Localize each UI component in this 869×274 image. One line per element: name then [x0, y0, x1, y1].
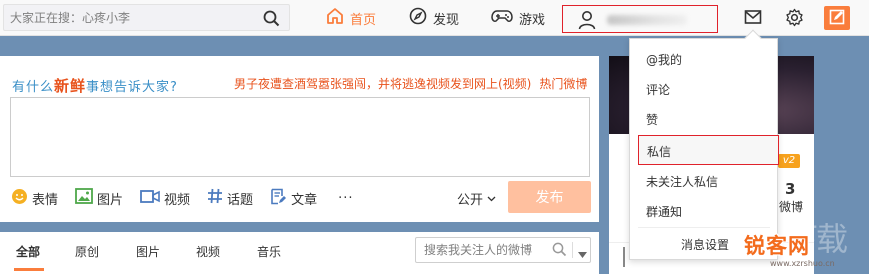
compose-button[interactable]	[824, 6, 850, 30]
visibility-label: 公开	[457, 193, 484, 208]
nav-game-label: 游戏	[519, 12, 546, 28]
user-icon	[578, 10, 596, 33]
user-profile-link[interactable]	[562, 5, 718, 33]
menu-item-stranger-messages[interactable]: 未关注人私信	[646, 173, 718, 190]
feed-tab-video[interactable]: 视频	[196, 243, 220, 260]
tool-topic-label: 话题	[227, 192, 254, 208]
feed-search-input[interactable]	[424, 242, 542, 258]
feed-tab-bar: 全部 原创 图片 视频 音乐	[0, 232, 599, 274]
home-icon	[326, 7, 344, 29]
search-icon[interactable]	[552, 242, 567, 260]
global-search[interactable]	[3, 4, 290, 31]
publish-title: 有什么新鲜事想告诉大家?	[12, 75, 178, 96]
message-envelope-icon[interactable]	[744, 8, 762, 29]
level-badge[interactable]: v2	[778, 154, 800, 168]
feed-tab-music[interactable]: 音乐	[257, 243, 281, 260]
feed-tab-image[interactable]: 图片	[136, 243, 160, 260]
menu-item-private-messages[interactable]: 私信	[638, 135, 779, 165]
image-icon	[75, 188, 93, 208]
edit-icon	[829, 9, 845, 28]
watermark-brand-logo: 锐客网	[744, 234, 810, 258]
weibo-count-label[interactable]: 微博	[779, 198, 803, 215]
tool-video[interactable]: 视频	[140, 189, 190, 208]
article-icon	[270, 188, 287, 209]
menu-divider	[638, 227, 770, 228]
hashtag-icon	[207, 188, 223, 208]
smiley-icon	[11, 188, 28, 209]
publish-box: 有什么新鲜事想告诉大家? 男子夜遭查酒驾嚣张强闯，并将逃逸视频发到网上(视频) 热…	[0, 56, 599, 222]
publish-toolbar: 表情 图片 视频 话题 文章 ···	[11, 187, 353, 209]
tool-article[interactable]: 文章	[270, 188, 317, 209]
video-camera-icon	[140, 189, 160, 208]
search-divider	[572, 242, 573, 258]
global-search-input[interactable]	[10, 9, 250, 27]
menu-item-private-messages-label: 私信	[647, 145, 672, 159]
menu-item-mentions[interactable]: @我的	[646, 51, 682, 68]
tool-article-label: 文章	[291, 192, 318, 208]
watermark-url: www.xzrshuo.cn	[770, 259, 835, 268]
feed-search[interactable]	[415, 237, 591, 263]
nav-game[interactable]: 游戏	[491, 8, 545, 28]
top-navigation-bar: 首页 发现 游戏	[0, 0, 869, 36]
menu-item-likes[interactable]: 赞	[646, 111, 658, 128]
publish-title-part: 事想告诉大家?	[86, 80, 178, 95]
chevron-down-icon	[487, 191, 496, 206]
feed-tab-all[interactable]: 全部	[16, 243, 40, 260]
hot-weibo-label[interactable]: 热门微博	[539, 77, 587, 91]
menu-item-group-notifications[interactable]: 群通知	[646, 203, 682, 220]
visibility-select[interactable]: 公开	[457, 189, 496, 208]
hot-topic-link[interactable]: 男子夜遭查酒驾嚣张强闯，并将逃逸视频发到网上(视频) 热门微博	[234, 75, 587, 92]
publish-textarea[interactable]	[10, 97, 590, 177]
gamepad-icon	[491, 8, 513, 28]
message-dropdown-menu: @我的 评论 赞 私信 未关注人私信 群通知 消息设置	[629, 29, 779, 260]
user-name-blurred	[607, 15, 687, 25]
publish-title-part: 有什么	[12, 80, 55, 95]
search-icon[interactable]	[263, 10, 280, 30]
nav-home[interactable]: 首页	[326, 8, 376, 28]
tool-emoji-label: 表情	[32, 192, 59, 208]
active-tab-underline	[14, 268, 44, 271]
tool-more-button[interactable]: ···	[338, 191, 353, 206]
nav-discover-label: 发现	[433, 12, 460, 28]
publish-title-highlight: 新鲜	[54, 77, 87, 95]
menu-item-message-settings[interactable]: 消息设置	[681, 236, 729, 253]
tool-image[interactable]: 图片	[75, 188, 123, 208]
feed-tab-original[interactable]: 原创	[75, 243, 99, 260]
gear-icon[interactable]	[785, 8, 804, 30]
nav-discover[interactable]: 发现	[409, 7, 460, 29]
caret-down-icon[interactable]	[578, 247, 587, 261]
tool-video-label: 视频	[164, 192, 191, 208]
nav-home-label: 首页	[350, 12, 377, 28]
weibo-count[interactable]: 3	[785, 180, 795, 198]
hot-topic-text[interactable]: 男子夜遭查酒驾嚣张强闯，并将逃逸视频发到网上(视频)	[234, 77, 531, 91]
tool-emoji[interactable]: 表情	[11, 188, 58, 209]
publish-button[interactable]: 发布	[508, 181, 591, 213]
tool-image-label: 图片	[97, 192, 124, 208]
menu-item-comments[interactable]: 评论	[646, 81, 670, 98]
compass-icon	[409, 7, 427, 29]
tool-topic[interactable]: 话题	[207, 188, 253, 208]
